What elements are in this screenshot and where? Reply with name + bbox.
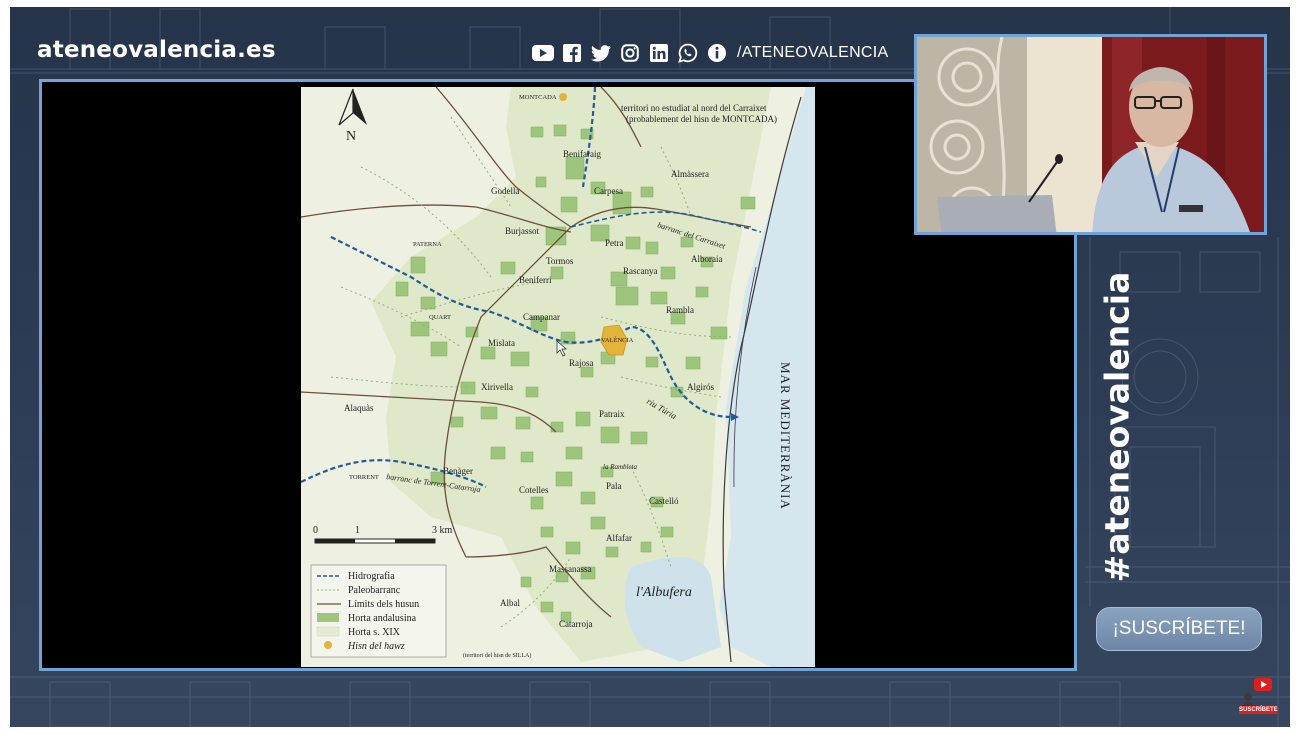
scale-one: 1 <box>355 525 360 536</box>
place-rambleta: la Rambleta <box>603 463 638 471</box>
label-albufera: l'Albufera <box>636 585 692 600</box>
facebook-icon[interactable] <box>561 42 583 64</box>
place-benager: Benàger <box>443 466 473 476</box>
label-mar-mediterrania: MAR MEDITERRÀNIA <box>778 362 793 510</box>
place-petra: Petra <box>605 238 624 248</box>
place-catarroja: Catarroja <box>559 619 592 629</box>
place-rajosa: Rajosa <box>569 358 594 368</box>
legend-paleobarranc: Paleobarranc <box>348 585 401 596</box>
legend-horta-andalusina: Horta andalusina <box>348 613 417 624</box>
place-xirivella: Xirivella <box>481 382 513 392</box>
place-algiros: Algirós <box>687 382 714 392</box>
north-label: N <box>346 129 356 144</box>
place-tormos: Tormos <box>546 256 574 266</box>
twitter-icon[interactable] <box>590 42 612 64</box>
speaker-video <box>917 37 1264 232</box>
hashtag-vertical: #ateneovalencia <box>1098 272 1137 583</box>
instagram-icon[interactable] <box>619 42 641 64</box>
historical-map: N territori no estudiat al nord del Carr… <box>301 87 815 667</box>
place-albal: Albal <box>500 598 520 608</box>
place-paterna: PATERNA <box>413 241 442 248</box>
place-alfafar: Alfafar <box>606 533 632 543</box>
youtube-icon[interactable] <box>532 42 554 64</box>
scale-zero: 0 <box>313 525 318 536</box>
youtube-subscribe-label: SUSCRÍBETE <box>1239 706 1278 714</box>
map-legend: Hidrografia Paleobarranc Límits dels hus… <box>310 564 447 658</box>
hashtag-text: #ateneovalencia <box>1097 271 1137 583</box>
place-alaquas: Alaquàs <box>344 403 374 413</box>
place-quart: QUART <box>429 314 451 321</box>
place-pala: Pala <box>606 481 622 491</box>
speaker-camera <box>914 34 1267 235</box>
place-massanassa: Massanassa <box>549 564 592 574</box>
place-rambla: Rambla <box>666 305 694 315</box>
subscribe-button[interactable]: ¡SUSCRÍBETE! <box>1096 607 1262 651</box>
youtube-logo-icon <box>1242 678 1272 707</box>
legend-hisn-hawz: Hisn del hawz <box>347 641 405 652</box>
label-territori-silla: (territori del hisn de SILLA) <box>463 652 531 659</box>
top-note-1: territori no estudiat al nord del Carrai… <box>621 103 767 113</box>
site-logo[interactable]: ateneovalencia.es <box>37 37 276 63</box>
place-valencia: VALÈNCIA <box>601 336 634 344</box>
legend-hidrografia: Hidrografia <box>348 571 395 582</box>
place-almassera: Almàssera <box>671 169 709 179</box>
stream-frame: ateneovalencia.es /ATENEOVALENCIA N terr… <box>10 7 1290 727</box>
place-benifaraig: Benifaraig <box>563 149 601 159</box>
youtube-subscribe-badge[interactable]: SUSCRÍBETE <box>1239 675 1278 717</box>
place-burjassot: Burjassot <box>505 226 540 236</box>
linkedin-icon[interactable] <box>648 42 670 64</box>
place-castello: Castelló <box>649 496 679 506</box>
place-patraix: Patraix <box>599 409 625 419</box>
place-rascanya: Rascanya <box>623 266 657 276</box>
top-note-2: (probablement del hisn de MONTCADA) <box>626 114 777 124</box>
whatsapp-icon[interactable] <box>677 42 699 64</box>
place-campanar: Campanar <box>523 312 560 322</box>
place-beniferri: Beniferri <box>519 275 552 285</box>
place-alboraia: Alboraia <box>691 254 723 264</box>
place-montcada: MONTCADA <box>519 94 557 101</box>
legend-horta-xix: Horta s. XIX <box>348 627 401 638</box>
legend-limits: Límits dels husun <box>348 599 419 610</box>
social-handle[interactable]: /ATENEOVALENCIA <box>737 44 889 62</box>
scale-three: 3 km <box>432 525 453 536</box>
place-cotelles: Cotelles <box>519 485 549 495</box>
place-carpesa: Carpesa <box>594 186 623 196</box>
place-godella: Godella <box>491 186 520 196</box>
social-bar: /ATENEOVALENCIA <box>532 41 889 65</box>
place-mislata: Mislata <box>488 338 515 348</box>
info-icon[interactable] <box>706 42 728 64</box>
place-torrent: TORRENT <box>349 474 379 481</box>
montcada-dot <box>559 93 567 101</box>
